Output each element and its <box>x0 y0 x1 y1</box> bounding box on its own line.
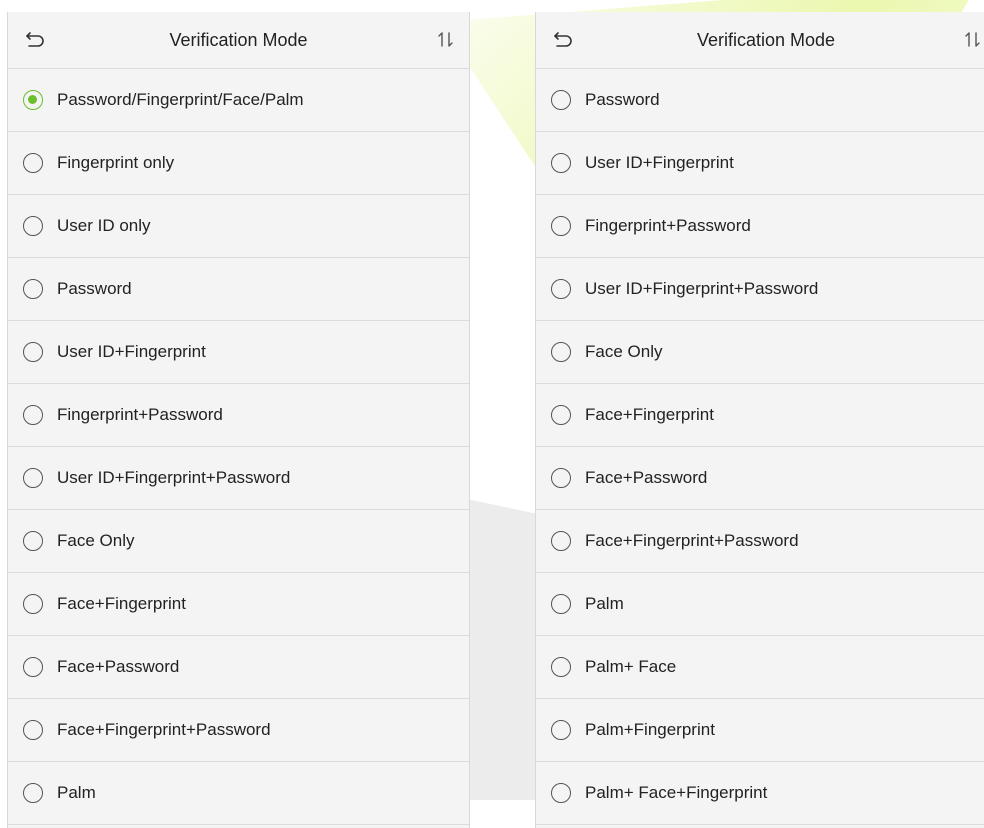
option-label: Face+Password <box>57 657 180 676</box>
verification-option[interactable]: User ID+Fingerprint <box>8 321 469 384</box>
radio-unchecked-icon[interactable] <box>551 90 571 110</box>
verification-option[interactable]: Face+Fingerprint <box>8 573 469 636</box>
radio-unchecked-icon[interactable] <box>551 342 571 362</box>
option-label: Face+Fingerprint+Password <box>57 720 271 739</box>
verification-option[interactable]: User ID+Fingerprint+Password <box>536 258 984 321</box>
radio-unchecked-icon[interactable] <box>551 405 571 425</box>
radio-unchecked-icon[interactable] <box>551 468 571 488</box>
option-label: Palm+ Face <box>585 657 677 676</box>
option-label: Face+Fingerprint <box>585 405 714 424</box>
page-title: Verification Mode <box>169 29 308 50</box>
radio-unchecked-icon[interactable] <box>23 279 43 299</box>
option-label: Face Only <box>57 531 135 550</box>
radio-checked-icon[interactable] <box>23 90 43 110</box>
verification-option[interactable]: Password <box>536 69 984 132</box>
option-label: User ID+Fingerprint <box>585 153 734 172</box>
option-label: User ID+Fingerprint <box>57 342 206 361</box>
radio-unchecked-icon[interactable] <box>551 279 571 299</box>
option-label: Palm+Fingerprint <box>585 720 715 739</box>
verification-option[interactable]: Face+Fingerprint+Password <box>8 699 469 762</box>
option-label: Fingerprint only <box>57 153 175 172</box>
verification-option[interactable]: Palm <box>536 573 984 636</box>
verification-option[interactable]: Palm+ Face+Fingerprint <box>536 762 984 825</box>
option-list: Password/Fingerprint/Face/Palm Fingerprin… <box>8 69 469 825</box>
option-list: Password User ID+Fingerprint Fingerprint+P… <box>536 69 984 825</box>
radio-unchecked-icon[interactable] <box>23 531 43 551</box>
option-label: Palm <box>57 783 96 802</box>
option-label: Password <box>57 279 132 298</box>
option-label: Password <box>585 90 660 109</box>
option-label: User ID+Fingerprint+Password <box>57 468 291 487</box>
verification-option[interactable]: Fingerprint only <box>8 132 469 195</box>
verification-option[interactable]: Fingerprint+Password <box>536 195 984 258</box>
radio-unchecked-icon[interactable] <box>23 153 43 173</box>
verification-option[interactable]: Palm+Fingerprint <box>536 699 984 762</box>
radio-unchecked-icon[interactable] <box>551 531 571 551</box>
back-arrow-icon[interactable] <box>24 28 48 52</box>
radio-unchecked-icon[interactable] <box>551 153 571 173</box>
page-title: Verification Mode <box>696 29 836 50</box>
left-screen: Verification Mode Password/Fingerprint/F… <box>7 12 470 828</box>
verification-option[interactable]: Palm+ Face <box>536 636 984 699</box>
radio-unchecked-icon[interactable] <box>23 783 43 803</box>
radio-unchecked-icon[interactable] <box>23 720 43 740</box>
option-label: Face+Password <box>585 468 708 487</box>
option-label: Face+Fingerprint+Password <box>585 531 799 550</box>
radio-unchecked-icon[interactable] <box>551 783 571 803</box>
option-label: Fingerprint+Password <box>57 405 223 424</box>
radio-unchecked-icon[interactable] <box>23 594 43 614</box>
verification-option[interactable]: Face+Password <box>8 636 469 699</box>
radio-unchecked-icon[interactable] <box>551 720 571 740</box>
radio-unchecked-icon[interactable] <box>551 657 571 677</box>
verification-option[interactable]: Face Only <box>536 321 984 384</box>
option-label: User ID only <box>57 216 151 235</box>
option-label: Fingerprint+Password <box>585 216 751 235</box>
verification-option[interactable]: Password <box>8 258 469 321</box>
option-label: Face+Fingerprint <box>57 594 186 613</box>
verification-option[interactable]: Face+Password <box>536 447 984 510</box>
sort-icon[interactable] <box>435 28 457 52</box>
verification-option[interactable]: Face Only <box>8 510 469 573</box>
radio-unchecked-icon[interactable] <box>23 468 43 488</box>
option-label: Palm+ Face+Fingerprint <box>585 783 768 802</box>
radio-unchecked-icon[interactable] <box>23 405 43 425</box>
radio-unchecked-icon[interactable] <box>551 594 571 614</box>
verification-option[interactable]: User ID only <box>8 195 469 258</box>
option-label: User ID+Fingerprint+Password <box>585 279 819 298</box>
verification-option[interactable]: Palm <box>8 762 469 825</box>
radio-unchecked-icon[interactable] <box>23 657 43 677</box>
sort-icon[interactable] <box>962 28 984 52</box>
verification-option[interactable]: User ID+Fingerprint <box>536 132 984 195</box>
verification-option[interactable]: Face+Fingerprint <box>536 384 984 447</box>
radio-unchecked-icon[interactable] <box>551 216 571 236</box>
back-arrow-icon[interactable] <box>552 28 576 52</box>
option-label: Password/Fingerprint/Face/Palm <box>57 90 304 109</box>
option-label: Palm <box>585 594 624 613</box>
radio-unchecked-icon[interactable] <box>23 342 43 362</box>
verification-option[interactable]: Face+Fingerprint+Password <box>536 510 984 573</box>
right-screen: Verification Mode Password User ID+Finger… <box>535 12 984 828</box>
radio-unchecked-icon[interactable] <box>23 216 43 236</box>
verification-option[interactable]: Password/Fingerprint/Face/Palm <box>8 69 469 132</box>
verification-option[interactable]: User ID+Fingerprint+Password <box>8 447 469 510</box>
verification-option[interactable]: Fingerprint+Password <box>8 384 469 447</box>
header: Verification Mode <box>8 12 469 69</box>
option-label: Face Only <box>585 342 663 361</box>
header: Verification Mode <box>536 12 984 69</box>
